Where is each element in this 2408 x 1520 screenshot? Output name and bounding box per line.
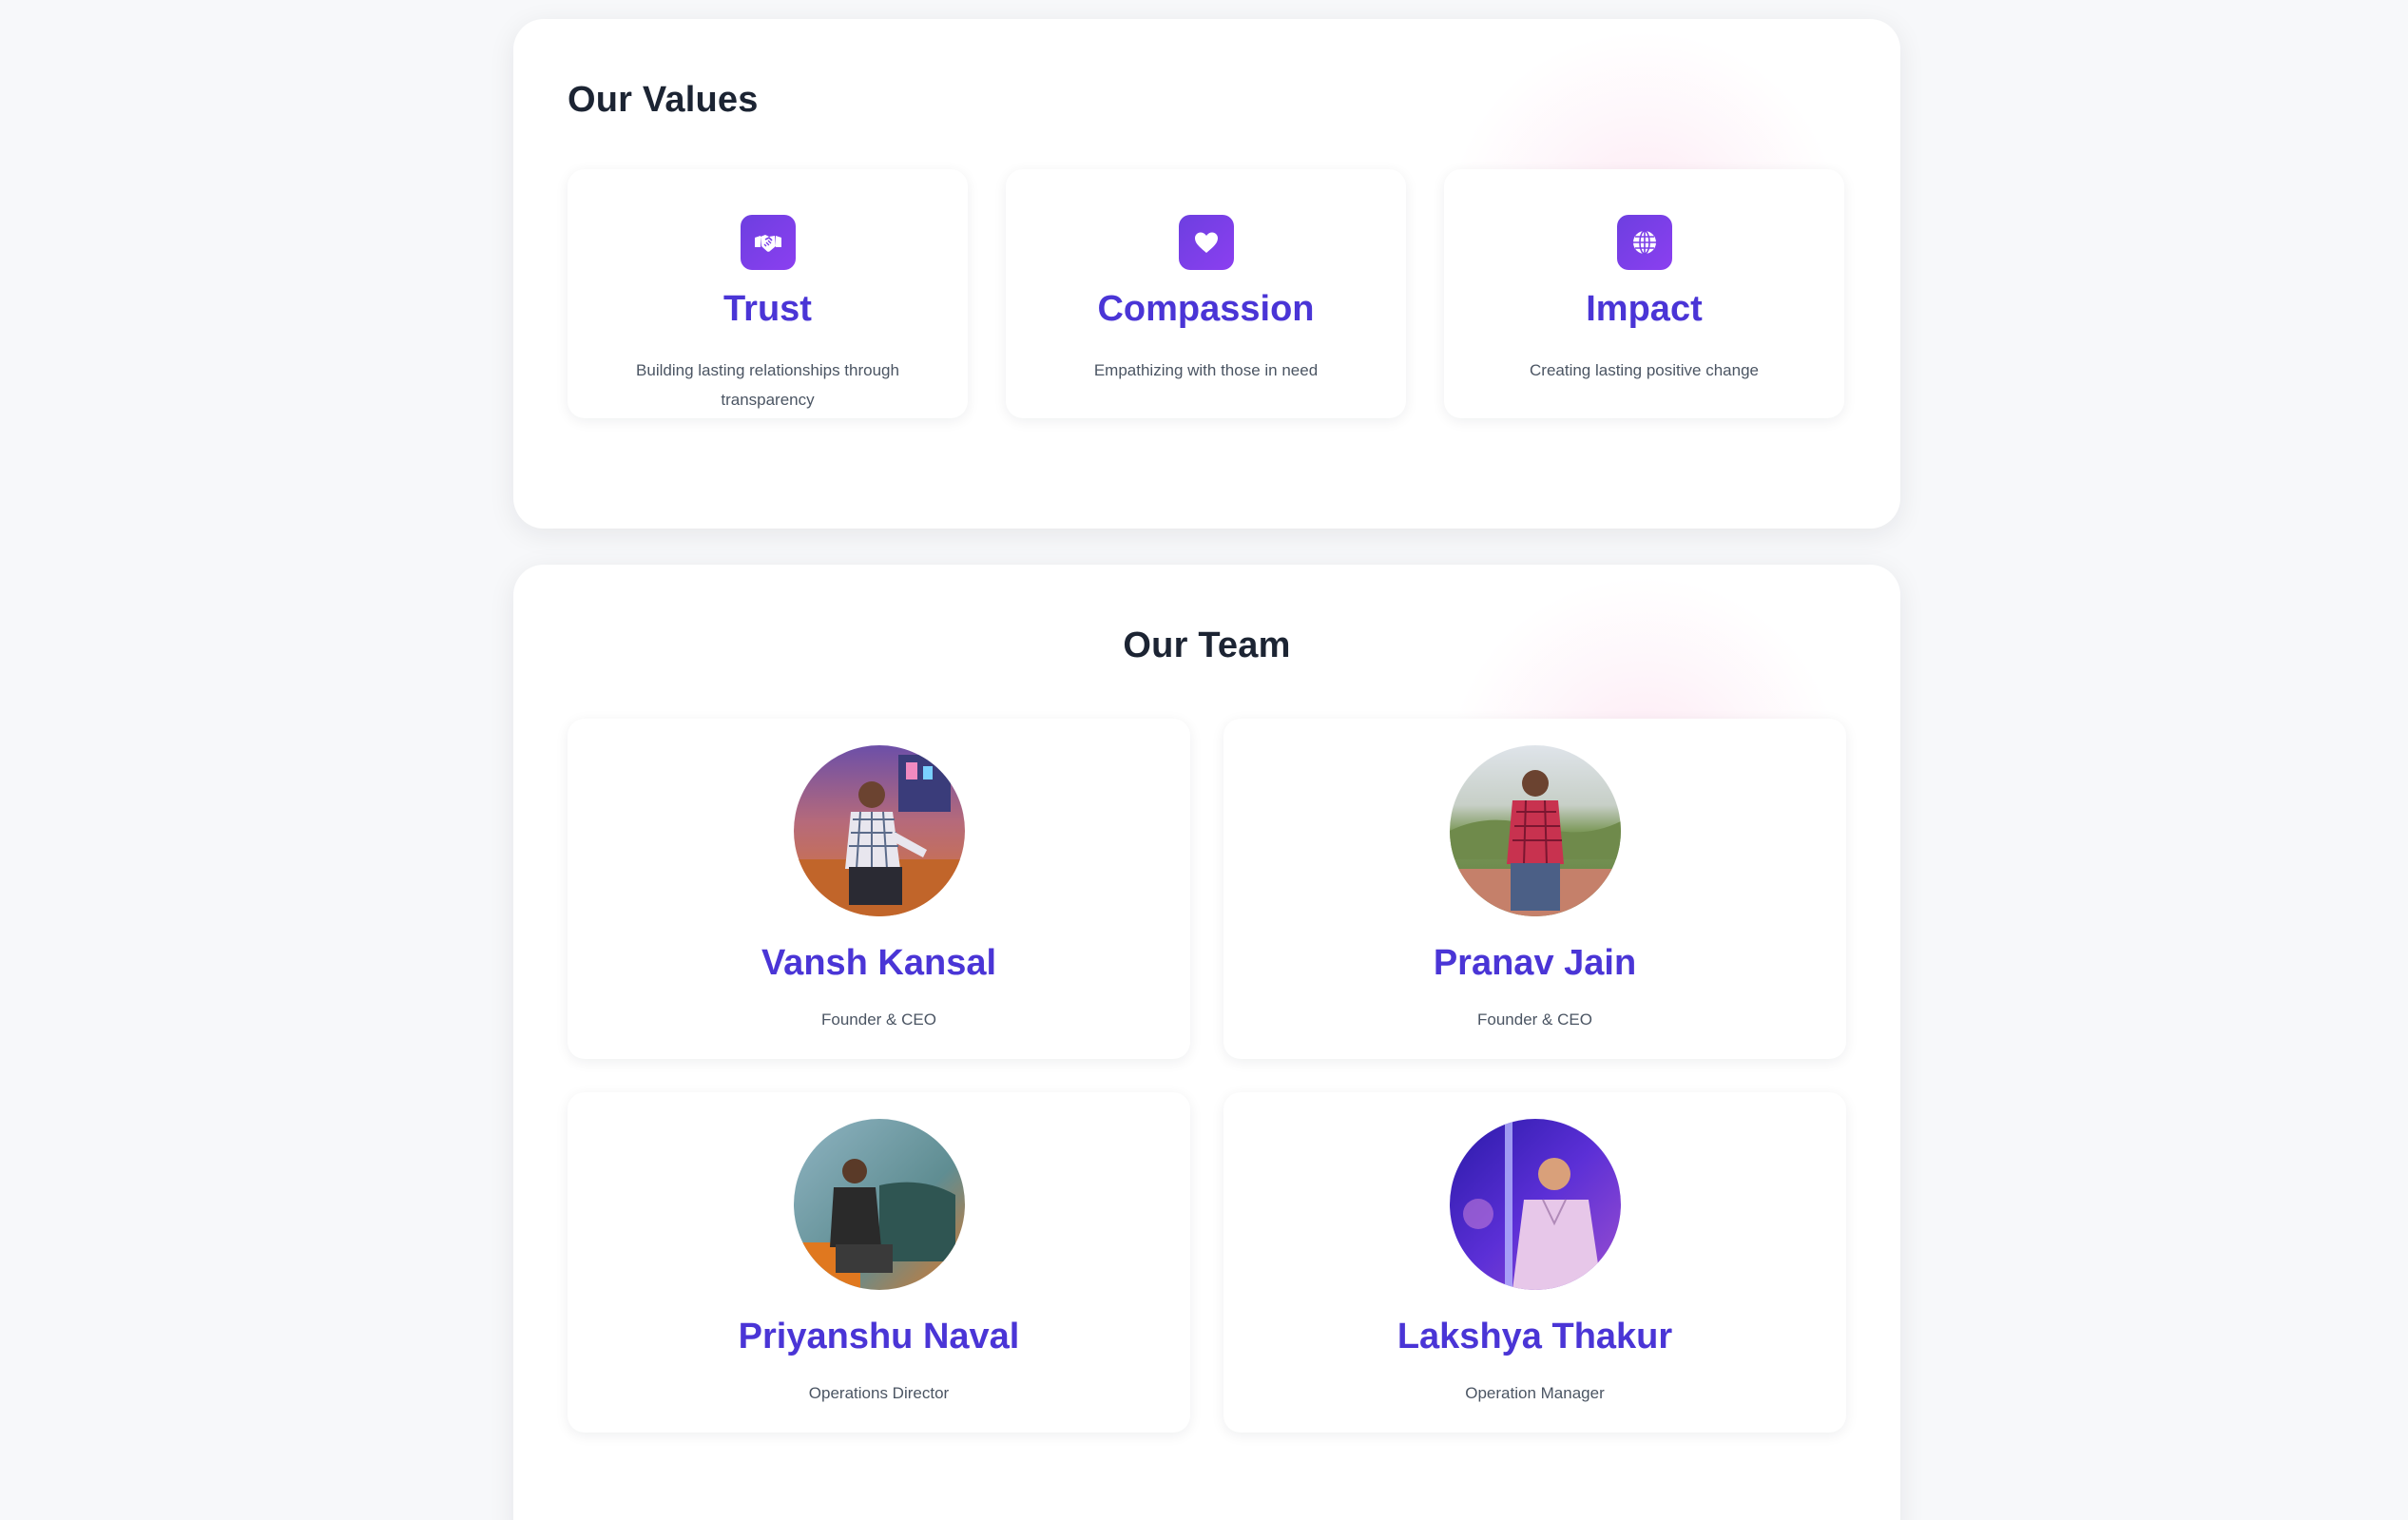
avatar [1449,745,1621,916]
page: Our Values Trust Building lasting relati… [0,0,2408,1520]
value-card-compassion: Compassion Empathizing with those in nee… [1006,169,1406,418]
avatar [1449,1119,1621,1290]
member-name: Lakshya Thakur [1397,1317,1673,1356]
member-role: Founder & CEO [1477,1010,1592,1029]
member-role: Founder & CEO [821,1010,936,1029]
team-heading: Our Team [1123,625,1291,665]
avatar [793,1119,965,1290]
team-section: Our Team Vansh Kansal Founder & CEO Pran… [513,565,1900,1520]
member-role: Operations Director [808,1384,950,1402]
member-name: Pranav Jain [1433,943,1637,983]
team-member-card: Pranav Jain Founder & CEO [1223,719,1846,1059]
value-description: Empathizing with those in need [1093,361,1319,379]
value-card-impact: Impact Creating lasting positive change [1444,169,1844,418]
heart-icon [1178,215,1234,270]
globe-icon [1616,215,1672,270]
team-member-card: Vansh Kansal Founder & CEO [568,719,1190,1059]
values-heading: Our Values [568,80,759,120]
value-card-trust: Trust Building lasting relationships thr… [568,169,968,418]
handshake-icon [740,215,796,270]
value-description: Building lasting relationships through t… [636,361,899,409]
team-member-card: Lakshya Thakur Operation Manager [1223,1092,1846,1433]
values-section: Our Values Trust Building lasting relati… [513,19,1900,529]
avatar [793,745,965,916]
team-member-card: Priyanshu Naval Operations Director [568,1092,1190,1433]
value-title: Impact [1586,289,1703,329]
member-name: Vansh Kansal [761,943,997,983]
member-role: Operation Manager [1465,1384,1605,1402]
value-title: Compassion [1097,289,1315,329]
member-name: Priyanshu Naval [738,1317,1020,1356]
value-description: Creating lasting positive change [1530,361,1759,379]
value-title: Trust [723,289,812,329]
